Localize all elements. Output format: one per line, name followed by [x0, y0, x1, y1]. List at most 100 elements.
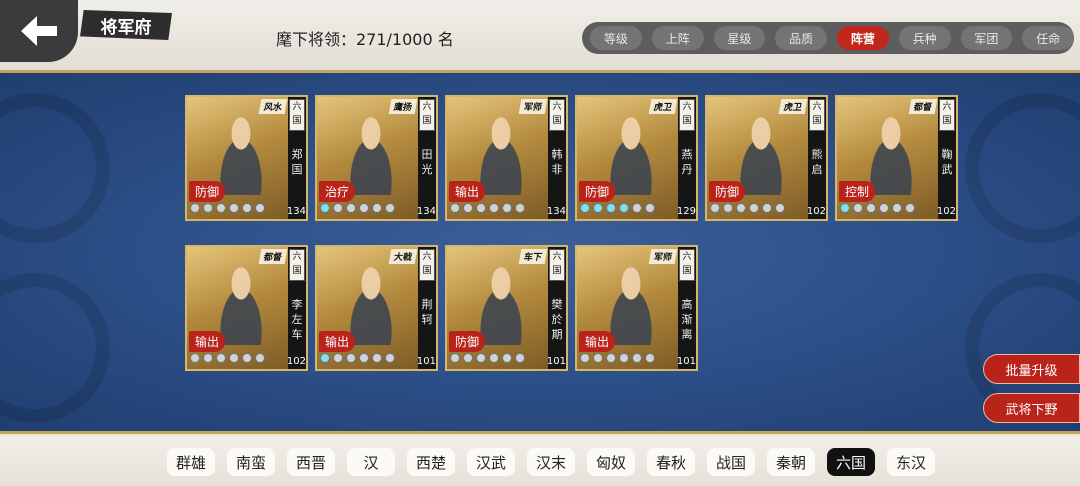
- faction-tab[interactable]: 秦朝: [767, 448, 815, 476]
- general-name: 田光: [421, 148, 433, 176]
- general-card[interactable]: 六国 风水 郑国 防御 134: [185, 95, 308, 221]
- general-level: 134: [286, 206, 306, 217]
- star-icon: [840, 203, 850, 213]
- general-name: 高渐离: [681, 298, 693, 341]
- role-badge: 防御: [189, 181, 226, 202]
- decorative-medallion: [0, 273, 110, 423]
- star-row: [710, 203, 785, 213]
- general-title: 鹰扬: [388, 99, 418, 114]
- general-level: 129: [676, 206, 696, 217]
- release-general-button[interactable]: 武将下野: [983, 393, 1080, 423]
- general-card[interactable]: 六国 鹰扬 田光 治疗 134: [315, 95, 438, 221]
- star-icon: [463, 353, 473, 363]
- general-level: 101: [546, 356, 566, 367]
- star-icon: [645, 203, 655, 213]
- general-count: 麾下将领：271/1000 名: [276, 30, 454, 49]
- general-title: 都督: [258, 249, 288, 264]
- star-icon: [645, 353, 655, 363]
- general-title: 风水: [258, 99, 288, 114]
- star-icon: [619, 203, 629, 213]
- sort-tab[interactable]: 任命: [1022, 26, 1074, 50]
- general-name: 燕丹: [681, 148, 693, 176]
- faction-tab[interactable]: 东汉: [887, 448, 935, 476]
- star-icon: [879, 203, 889, 213]
- star-icon: [203, 353, 213, 363]
- star-row: [190, 203, 265, 213]
- faction-tab[interactable]: 汉末: [527, 448, 575, 476]
- role-badge: 防御: [709, 181, 746, 202]
- sort-tabs: 等级 上阵 星级 品质 阵营 兵种 军团 任命: [582, 22, 1074, 54]
- star-icon: [346, 203, 356, 213]
- star-icon: [255, 203, 265, 213]
- star-icon: [346, 353, 356, 363]
- star-icon: [216, 353, 226, 363]
- role-badge: 治疗: [319, 181, 356, 202]
- star-icon: [359, 353, 369, 363]
- nation-stamp: 六国: [289, 249, 305, 281]
- star-icon: [372, 203, 382, 213]
- star-icon: [866, 203, 876, 213]
- general-title: 虎卫: [778, 99, 808, 114]
- batch-upgrade-button[interactable]: 批量升级: [983, 354, 1080, 384]
- faction-tab[interactable]: 南蛮: [227, 448, 275, 476]
- faction-tab[interactable]: 匈奴: [587, 448, 635, 476]
- general-name: 鞠武: [941, 148, 953, 176]
- sort-tab[interactable]: 等级: [590, 26, 642, 50]
- general-card[interactable]: 六国 车下 樊於期 防御 101: [445, 245, 568, 371]
- faction-tab[interactable]: 西楚: [407, 448, 455, 476]
- star-icon: [359, 203, 369, 213]
- star-icon: [502, 353, 512, 363]
- general-card[interactable]: 六国 都督 鞠武 控制 102: [835, 95, 958, 221]
- general-name: 熊启: [811, 148, 823, 176]
- star-icon: [216, 203, 226, 213]
- star-icon: [619, 353, 629, 363]
- general-card[interactable]: 六国 军师 高渐离 输出 101: [575, 245, 698, 371]
- star-icon: [853, 203, 863, 213]
- star-icon: [710, 203, 720, 213]
- general-level: 134: [546, 206, 566, 217]
- nation-stamp: 六国: [679, 99, 695, 131]
- faction-tab[interactable]: 群雄: [167, 448, 215, 476]
- general-card[interactable]: 六国 军师 韩非 输出 134: [445, 95, 568, 221]
- back-button[interactable]: [0, 0, 78, 62]
- star-icon: [229, 353, 239, 363]
- general-card[interactable]: 六国 都督 李左车 输出 102: [185, 245, 308, 371]
- faction-filter-bar: 群雄 南蛮 西晋汉西楚 汉武 汉末 匈奴 春秋 战国 秦朝 六国 东汉: [0, 436, 1080, 486]
- nation-stamp: 六国: [289, 99, 305, 131]
- sort-tab[interactable]: 品质: [775, 26, 827, 50]
- nation-stamp: 六国: [939, 99, 955, 131]
- general-card[interactable]: 六国 大戟 荆轲 输出 101: [315, 245, 438, 371]
- star-icon: [333, 353, 343, 363]
- page-title: 将军府: [80, 10, 172, 40]
- sort-tab[interactable]: 上阵: [651, 26, 704, 50]
- faction-tab[interactable]: 汉: [347, 448, 395, 476]
- sort-tab[interactable]: 兵种: [898, 26, 951, 50]
- star-icon: [242, 203, 252, 213]
- general-level: 102: [286, 356, 306, 367]
- sort-tab[interactable]: 阵营: [837, 26, 889, 50]
- general-card[interactable]: 六国 虎卫 熊启 防御 102: [705, 95, 828, 221]
- role-badge: 输出: [449, 181, 486, 202]
- star-icon: [450, 353, 460, 363]
- nation-stamp: 六国: [549, 99, 565, 131]
- star-icon: [736, 203, 746, 213]
- decorative-medallion: [965, 93, 1080, 243]
- star-icon: [593, 353, 603, 363]
- star-icon: [580, 353, 590, 363]
- faction-tab[interactable]: 六国: [827, 448, 875, 476]
- faction-tab[interactable]: 西晋: [287, 448, 335, 476]
- faction-tab[interactable]: 汉武: [467, 448, 515, 476]
- role-badge: 防御: [579, 181, 616, 202]
- faction-tab[interactable]: 战国: [707, 448, 755, 476]
- star-icon: [203, 203, 213, 213]
- general-card-grid: 六国 风水 郑国 防御 134 六国 鹰扬 田光 治疗 134 六国 军师 韩非 输出 134 六国 虎卫 燕丹防…: [185, 95, 965, 375]
- star-row: [450, 203, 525, 213]
- general-card[interactable]: 六国 虎卫 燕丹 防御 129: [575, 95, 698, 221]
- faction-tab[interactable]: 春秋: [647, 448, 695, 476]
- top-bar: 将军府 麾下将领：271/1000 名 等级 上阵 星级 品质 阵营 兵种 军团 任命: [0, 0, 1080, 72]
- general-title: 军师: [648, 249, 678, 264]
- sort-tab[interactable]: 军团: [960, 26, 1013, 50]
- star-icon: [905, 203, 915, 213]
- sort-tab[interactable]: 星级: [713, 26, 766, 50]
- role-badge: 输出: [189, 331, 226, 352]
